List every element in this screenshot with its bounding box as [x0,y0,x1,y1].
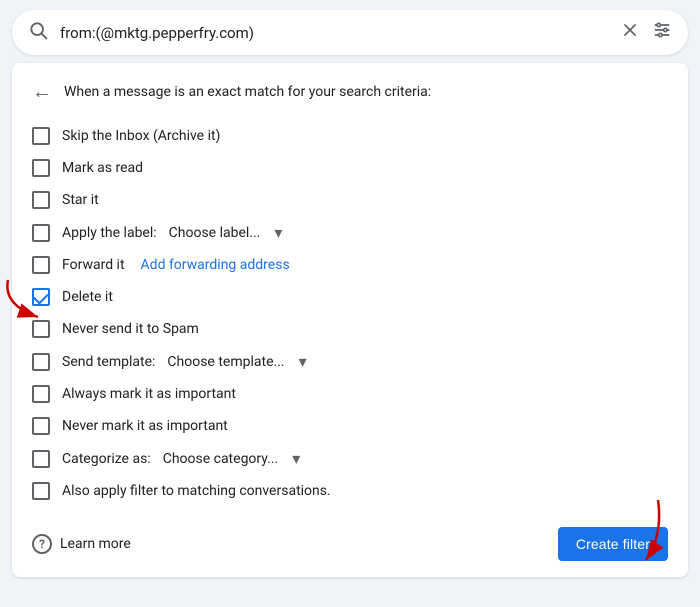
checkbox-categorize[interactable] [32,450,50,468]
search-bar: from:(@mktg.pepperfry.com) [12,10,688,55]
filter-options-icon[interactable] [652,20,672,45]
label-also-apply: Also apply filter to matching conversati… [62,483,331,499]
search-clear-button[interactable] [620,20,640,45]
filter-footer: ? Learn more Create filter [32,519,668,561]
search-icon [28,20,48,45]
label-delete-it: Delete it [62,289,113,305]
search-query: from:(@mktg.pepperfry.com) [60,24,608,42]
apply-label-dropdown-text: Choose label... [169,225,261,241]
option-also-apply: Also apply filter to matching conversati… [32,475,668,507]
learn-more-link[interactable]: Learn more [60,536,131,552]
categorize-dropdown-arrow[interactable]: ▾ [292,449,300,468]
create-filter-button[interactable]: Create filter [558,527,668,561]
label-categorize: Categorize as: [62,451,151,467]
label-never-spam: Never send it to Spam [62,321,199,337]
checkbox-delete-it[interactable] [32,288,50,306]
checkbox-mark-as-read[interactable] [32,159,50,177]
option-delete-it: Delete it [32,281,668,313]
option-send-template: Send template: Choose template... ▾ [32,345,668,378]
checkbox-send-template[interactable] [32,353,50,371]
filter-header: ← When a message is an exact match for y… [32,79,668,104]
send-template-dropdown-arrow[interactable]: ▾ [299,352,307,371]
label-never-important: Never mark it as important [62,418,228,434]
checkbox-never-important[interactable] [32,417,50,435]
checkbox-always-important[interactable] [32,385,50,403]
checkbox-also-apply[interactable] [32,482,50,500]
checkbox-forward-it[interactable] [32,256,50,274]
checkbox-never-spam[interactable] [32,320,50,338]
option-always-important: Always mark it as important [32,378,668,410]
option-star-it: Star it [32,184,668,216]
checkbox-skip-inbox[interactable] [32,127,50,145]
filter-panel: ← When a message is an exact match for y… [12,63,688,577]
dialog-container: from:(@mktg.pepperfry.com) [0,0,700,607]
checkbox-apply-label[interactable] [32,224,50,242]
option-categorize: Categorize as: Choose category... ▾ [32,442,668,475]
option-never-spam: Never send it to Spam [32,313,668,345]
label-forward-it: Forward it [62,257,125,273]
option-forward-it: Forward it Add forwarding address [32,249,668,281]
label-always-important: Always mark it as important [62,386,236,402]
option-never-important: Never mark it as important [32,410,668,442]
option-apply-label: Apply the label: Choose label... ▾ [32,216,668,249]
categorize-dropdown-text: Choose category... [163,451,279,467]
back-button[interactable]: ← [32,79,52,104]
filter-header-text: When a message is an exact match for you… [64,84,431,100]
label-apply-label: Apply the label: [62,225,157,241]
label-star-it: Star it [62,192,99,208]
option-mark-as-read: Mark as read [32,152,668,184]
add-forwarding-address-link[interactable]: Add forwarding address [141,257,290,273]
apply-label-dropdown-arrow[interactable]: ▾ [274,223,282,242]
label-send-template: Send template: [62,354,155,370]
label-mark-as-read: Mark as read [62,160,143,176]
learn-more-section: ? Learn more [32,534,131,554]
option-skip-inbox: Skip the Inbox (Archive it) [32,120,668,152]
label-skip-inbox: Skip the Inbox (Archive it) [62,128,220,144]
checkbox-star-it[interactable] [32,191,50,209]
help-icon[interactable]: ? [32,534,52,554]
send-template-dropdown-text: Choose template... [167,354,284,370]
